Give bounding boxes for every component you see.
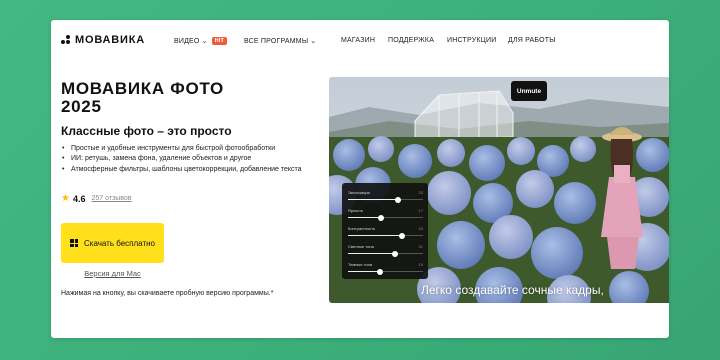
slider-track <box>348 268 423 275</box>
slider-fill <box>348 199 398 200</box>
slider-fill <box>348 235 402 236</box>
product-subtitle: Классные фото – это просто <box>61 124 232 138</box>
slider-fill <box>348 253 395 254</box>
feature-item: Атмосферные фильтры, шаблоны цветокоррек… <box>61 165 311 176</box>
nav-label: ВИДЕО <box>174 37 200 45</box>
nav-label: ИНСТРУКЦИИ <box>447 37 497 44</box>
site-header: МОВАВИКА ВИДЕО ⌄ HIT ВСЕ ПРОГРАММЫ ⌄ МАГ… <box>51 20 669 62</box>
nav-item-video[interactable]: ВИДЕО ⌄ HIT <box>174 37 228 45</box>
slider-handle[interactable] <box>391 250 398 257</box>
title-line-1: МОВАВИКА ФОТО <box>61 79 224 98</box>
feature-item: Простые и удобные инструменты для быстро… <box>61 144 311 155</box>
slider-label: Яркость <box>348 208 364 213</box>
title-line-2: 2025 <box>61 97 102 116</box>
logo-text: МОВАВИКА <box>75 34 145 46</box>
nav-label: ПОДДЕРЖКА <box>388 37 435 44</box>
slider-label: Контрастность <box>348 226 376 231</box>
mac-version-link[interactable]: Версия для Mac <box>51 269 174 278</box>
slider-value: 43 <box>418 226 423 231</box>
browser-page: МОВАВИКА ВИДЕО ⌄ HIT ВСЕ ПРОГРАММЫ ⌄ МАГ… <box>51 20 669 338</box>
highlights-slider[interactable]: Светлые тона 31 <box>348 243 423 259</box>
nav-item-shop[interactable]: МАГАЗИН <box>341 37 375 44</box>
download-free-button[interactable]: Скачать бесплатно <box>61 223 164 263</box>
reviews-link[interactable]: 257 отзывов <box>91 195 131 202</box>
slider-fill <box>348 271 380 272</box>
chevron-down-icon: ⌄ <box>201 38 208 45</box>
feature-item: ИИ: ретушь, замена фона, удаление объект… <box>61 154 311 165</box>
download-label: Скачать бесплатно <box>84 238 155 248</box>
hero-video[interactable]: Unmute Экспозиция 33 Яркость 17 Контраст… <box>329 77 669 303</box>
slider-label: Светлые тона <box>348 244 374 249</box>
exposure-slider[interactable]: Экспозиция 33 <box>348 189 423 205</box>
chevron-down-icon: ⌄ <box>310 38 317 45</box>
slider-handle[interactable] <box>378 214 384 221</box>
nav-item-instructions[interactable]: ИНСТРУКЦИИ <box>447 37 496 44</box>
unmute-button[interactable]: Unmute <box>511 81 547 101</box>
slider-track <box>348 214 423 221</box>
product-title: МОВАВИКА ФОТО 2025 <box>61 80 301 116</box>
star-icon: ★ <box>61 193 70 204</box>
slider-value: 33 <box>418 190 423 195</box>
slider-handle[interactable] <box>399 232 405 239</box>
slider-track <box>348 250 423 257</box>
nav-item-support[interactable]: ПОДДЕРЖКА <box>388 37 434 44</box>
rating-score: 4.6 <box>72 193 86 204</box>
slider-value: 17 <box>418 208 423 213</box>
nav-item-all-programs[interactable]: ВСЕ ПРОГРАММЫ ⌄ <box>244 37 317 46</box>
site-logo[interactable]: МОВАВИКА <box>61 34 145 46</box>
nav-item-business[interactable]: ДЛЯ РАБОТЫ <box>508 37 556 44</box>
rating: ★ 4.6 257 отзывов <box>61 193 132 204</box>
trial-disclaimer: Нажимая на кнопку, вы скачиваете пробную… <box>61 290 274 297</box>
contrast-slider[interactable]: Контрастность 43 <box>348 225 423 241</box>
windows-icon <box>70 239 79 247</box>
nav-label: ВСЕ ПРОГРАММЫ <box>244 37 309 45</box>
slider-track <box>348 232 423 239</box>
slider-handle[interactable] <box>376 268 383 275</box>
feature-list: Простые и удобные инструменты для быстро… <box>61 144 311 176</box>
adjustments-panel: Экспозиция 33 Яркость 17 Контрастность 4… <box>342 183 428 279</box>
logo-mark-icon <box>61 35 71 45</box>
hit-badge: HIT <box>211 37 228 45</box>
slider-value: 31 <box>418 244 423 249</box>
nav-label: ДЛЯ РАБОТЫ <box>508 37 556 44</box>
hero-caption: Легко создавайте сочные кадры, <box>421 283 604 297</box>
brightness-slider[interactable]: Яркость 17 <box>348 207 423 223</box>
shadows-slider[interactable]: Темные тона 15 <box>348 261 423 277</box>
slider-track <box>348 196 423 203</box>
slider-label: Темные тона <box>348 262 373 267</box>
slider-handle[interactable] <box>394 196 401 203</box>
slider-fill <box>348 217 381 218</box>
slider-label: Экспозиция <box>348 190 370 195</box>
nav-label: МАГАЗИН <box>341 37 376 44</box>
slider-value: 15 <box>418 262 423 267</box>
